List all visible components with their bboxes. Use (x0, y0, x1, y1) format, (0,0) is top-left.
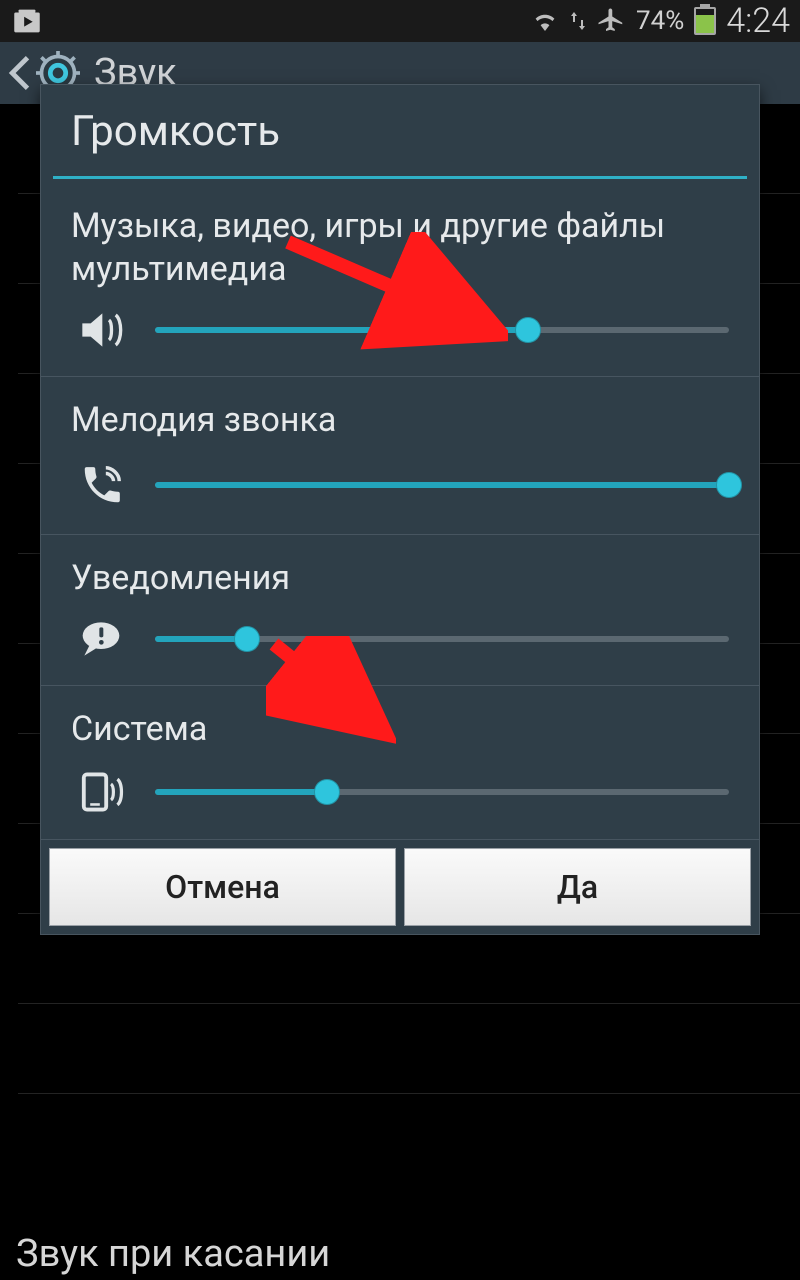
speaker-icon (79, 310, 129, 350)
status-right: 74% 4:24 (530, 1, 790, 41)
status-bar: 74% 4:24 (0, 0, 800, 42)
wifi-icon (530, 8, 560, 34)
volume-label-media: Музыка, видео, игры и другие файлы мульт… (71, 205, 729, 290)
status-left (10, 4, 44, 38)
cancel-button[interactable]: Отмена (49, 848, 396, 926)
volume-section-media: Музыка, видео, игры и другие файлы мульт… (41, 183, 759, 377)
back-chevron-icon[interactable] (8, 56, 30, 90)
volume-section-system: Система (41, 686, 759, 840)
notification-bubble-icon (79, 619, 123, 659)
title-divider (53, 176, 747, 179)
volume-section-ringtone: Мелодия звонка (41, 377, 759, 535)
dialog-button-row: Отмена Да (41, 840, 759, 934)
play-store-icon (10, 4, 44, 38)
volume-slider-media[interactable] (155, 315, 729, 345)
volume-section-notifications: Уведомления (41, 535, 759, 687)
volume-dialog: Громкость Музыка, видео, игры и другие ф… (40, 84, 760, 935)
battery-icon (694, 7, 716, 35)
phone-ring-icon (79, 462, 125, 508)
background-item-touch-sound: Звук при касании (16, 1232, 330, 1276)
data-arrows-icon (570, 10, 586, 32)
battery-fill (696, 15, 714, 33)
dialog-title: Громкость (41, 85, 759, 176)
volume-label-ringtone: Мелодия звонка (71, 399, 729, 442)
phone-vibrate-icon (79, 771, 127, 813)
battery-percent: 74% (636, 6, 684, 36)
status-clock: 4:24 (726, 1, 790, 41)
ok-button[interactable]: Да (404, 848, 751, 926)
volume-slider-ringtone[interactable] (155, 470, 729, 500)
volume-slider-notifications[interactable] (155, 624, 729, 654)
volume-slider-system[interactable] (155, 777, 729, 807)
volume-label-system: Система (71, 708, 729, 751)
volume-label-notifications: Уведомления (71, 557, 729, 600)
airplane-mode-icon (596, 6, 626, 36)
